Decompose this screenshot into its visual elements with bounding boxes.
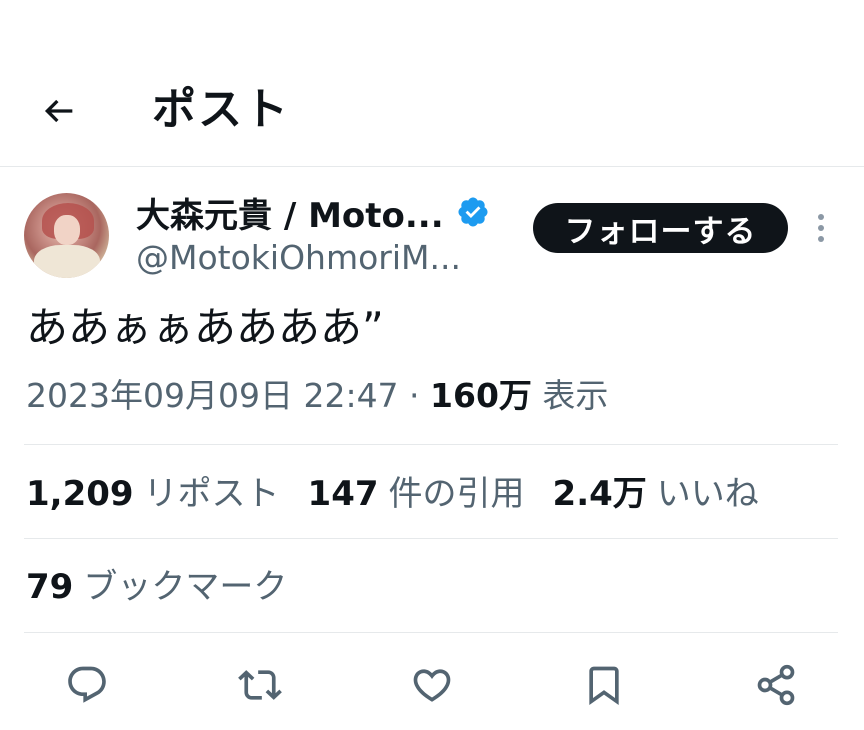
bookmarks-label: ブックマーク	[83, 567, 288, 607]
quotes-stat[interactable]: 147 件の引用	[308, 470, 525, 518]
repost-button[interactable]	[236, 661, 284, 709]
like-button[interactable]	[408, 661, 456, 709]
tweet-text: ああぁぁああああ”	[26, 303, 384, 352]
views-count: 160万	[430, 376, 532, 415]
author-display-name[interactable]: 大森元貴 / Moto...	[136, 188, 444, 237]
reposts-count: 1,209	[26, 474, 134, 514]
author-name-row[interactable]: 大森元貴 / Moto...	[136, 188, 490, 237]
reply-icon	[65, 663, 109, 707]
quotes-count: 147	[307, 474, 379, 514]
divider	[24, 632, 838, 633]
engagement-stats: 1,209 リポスト 147 件の引用 2.4万 いいね	[26, 470, 787, 518]
meta-separator: ·	[398, 376, 431, 415]
reply-button[interactable]	[63, 661, 111, 709]
tweet-meta: 2023年09月09日 22:47 · 160万 表示	[26, 372, 608, 420]
more-vertical-icon	[816, 211, 826, 245]
likes-label: いいね	[656, 474, 759, 514]
page-title: ポスト	[152, 84, 290, 135]
reposts-stat[interactable]: 1,209 リポスト	[26, 470, 280, 518]
likes-stat[interactable]: 2.4万 いいね	[553, 470, 759, 518]
back-button[interactable]	[34, 88, 84, 134]
likes-count: 2.4万	[552, 474, 647, 514]
bookmark-button[interactable]	[580, 661, 628, 709]
follow-button[interactable]: フォローする	[533, 203, 788, 253]
verified-badge-icon	[456, 195, 490, 229]
avatar[interactable]	[24, 193, 109, 278]
tweet-timestamp[interactable]: 2023年09月09日 22:47	[26, 376, 399, 415]
bookmarks-count: 79	[26, 567, 74, 607]
like-icon	[410, 663, 454, 707]
more-options-button[interactable]	[806, 208, 836, 248]
bookmark-icon	[582, 663, 626, 707]
repost-icon	[238, 663, 282, 707]
share-icon	[754, 663, 798, 707]
action-bar	[0, 655, 864, 715]
top-bar: ポスト	[0, 0, 864, 167]
share-button[interactable]	[752, 661, 800, 709]
views-label: 表示	[531, 376, 609, 415]
reposts-label: リポスト	[143, 474, 280, 514]
back-arrow-icon	[39, 91, 79, 131]
bookmarks-stat[interactable]: 79 ブックマーク	[26, 563, 287, 611]
quotes-label: 件の引用	[388, 474, 525, 514]
divider	[24, 444, 838, 445]
author-handle[interactable]: @MotokiOhmoriM...	[136, 238, 461, 277]
divider	[24, 538, 838, 539]
